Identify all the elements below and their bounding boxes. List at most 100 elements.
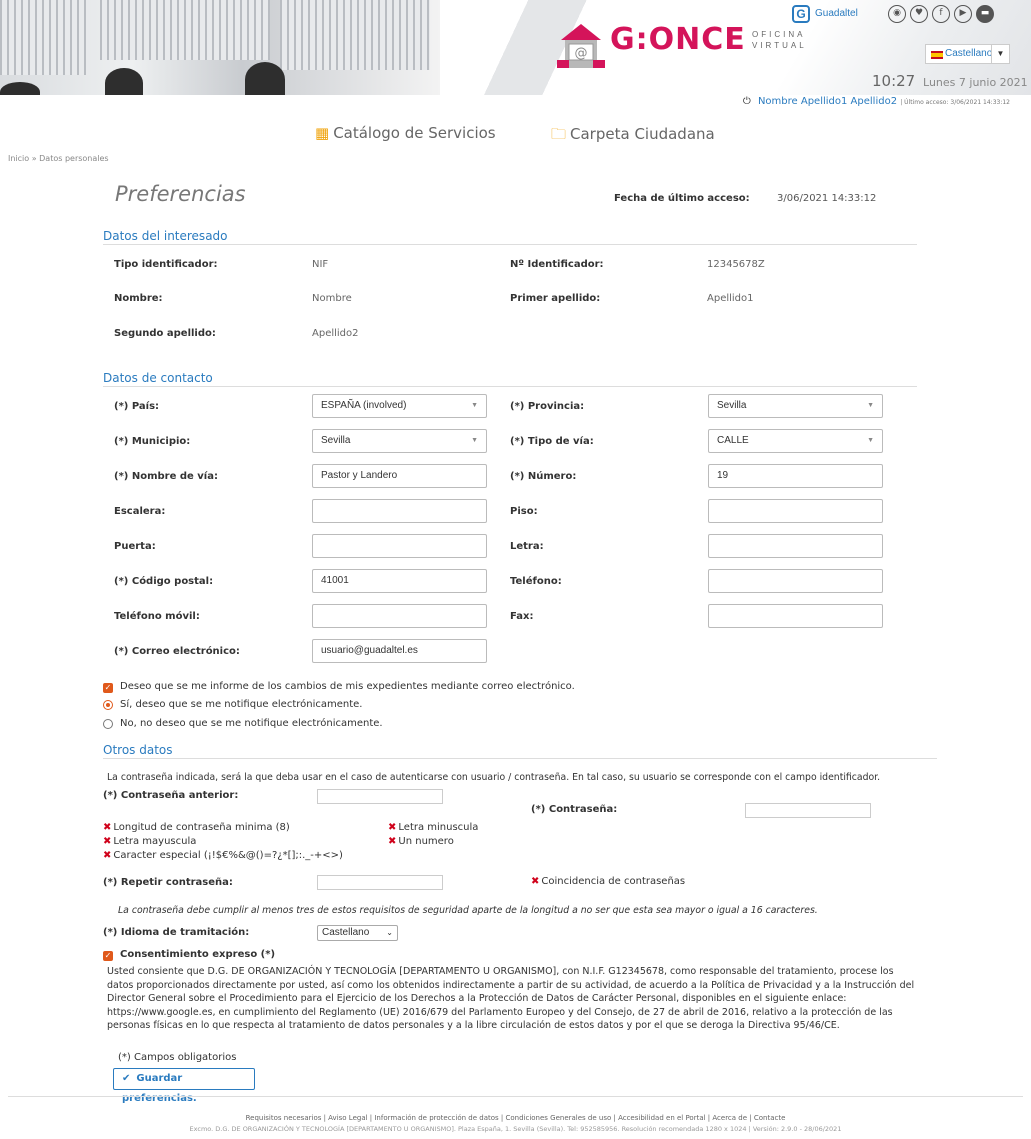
notify-no-label: No, no deseo que se me notifique electró… bbox=[120, 718, 383, 729]
notify-email-checkbox[interactable]: ✓ bbox=[103, 683, 113, 693]
logo-subtitle: OFICINA VIRTUAL bbox=[752, 30, 807, 50]
old-password-label: (*) Contraseña anterior: bbox=[103, 790, 239, 801]
field-label: Teléfono móvil: bbox=[114, 611, 200, 622]
numero-input[interactable]: 19 bbox=[708, 464, 883, 488]
nav-folder-label: Carpeta Ciudadana bbox=[570, 125, 715, 143]
clock: 10:27 Lunes 7 junio 2021 bbox=[872, 72, 1028, 90]
page-title: Preferencias bbox=[115, 182, 246, 206]
print-icon[interactable]: ▬ bbox=[976, 5, 994, 23]
field-label: (*) Código postal: bbox=[114, 576, 214, 587]
section-interesado-title: Datos del interesado bbox=[103, 229, 917, 245]
breadcrumb[interactable]: Inicio » Datos personales bbox=[8, 154, 109, 163]
user-session: ⏻ Nombre Apellido1 Apellido2 | Último ac… bbox=[740, 96, 1010, 107]
field-value: Apellido2 bbox=[312, 328, 359, 339]
req-number-text: Un numero bbox=[398, 836, 454, 847]
escalera-input[interactable] bbox=[312, 499, 487, 523]
field-label: (*) País: bbox=[114, 401, 160, 412]
password-policy-note: La contraseña debe cumplir al menos tres… bbox=[118, 905, 818, 916]
tipo-via-select[interactable]: CALLE ▼ bbox=[708, 429, 883, 453]
field-value: Apellido1 bbox=[707, 293, 754, 304]
letra-input[interactable] bbox=[708, 534, 883, 558]
grid-icon: ▦ bbox=[315, 124, 330, 142]
pais-select[interactable]: ESPAÑA (involved) ▼ bbox=[312, 394, 487, 418]
user-last-access: | Último acceso: 3/06/2021 14:33:12 bbox=[900, 99, 1010, 106]
nombre-via-input[interactable]: Pastor y Landero bbox=[312, 464, 487, 488]
svg-text:@: @ bbox=[575, 46, 588, 61]
field-label: (*) Correo electrónico: bbox=[114, 646, 240, 657]
footer-links[interactable]: Requisitos necesarios | Aviso Legal | In… bbox=[0, 1114, 1031, 1122]
language-select[interactable]: Castellano ▼ bbox=[925, 44, 1010, 64]
chevron-down-icon: ▼ bbox=[471, 402, 478, 409]
clock-date: Lunes 7 junio 2021 bbox=[923, 76, 1028, 89]
field-label: (*) Municipio: bbox=[114, 436, 191, 447]
fax-input[interactable] bbox=[708, 604, 883, 628]
field-label: Primer apellido: bbox=[510, 293, 601, 304]
save-preferences-button[interactable]: ✔ Guardar preferencias. bbox=[113, 1068, 255, 1104]
guadaltel-link[interactable]: Guadaltel bbox=[815, 8, 858, 19]
twitter-icon[interactable]: ♥ bbox=[910, 5, 928, 23]
guadaltel-logo-icon[interactable]: G bbox=[792, 5, 810, 23]
field-label: Nº Identificador: bbox=[510, 259, 604, 270]
clock-time: 10:27 bbox=[872, 72, 916, 90]
tipo-via-value: CALLE bbox=[717, 435, 749, 446]
chevron-down-icon: ▼ bbox=[471, 437, 478, 444]
language-tramitacion-select[interactable]: Castellano ⌄ bbox=[317, 925, 398, 941]
last-access-label: Fecha de último acceso: bbox=[614, 193, 750, 204]
notify-yes-radio[interactable] bbox=[103, 700, 113, 710]
repeat-password-input[interactable] bbox=[317, 875, 443, 890]
req-special: ✖ Caracter especial (¡!$€%&@()=?¿*[];:._-… bbox=[103, 850, 343, 861]
field-label: Letra: bbox=[510, 541, 544, 552]
req-special-text: Caracter especial (¡!$€%&@()=?¿*[];:._-+… bbox=[113, 850, 343, 861]
old-password-input[interactable] bbox=[317, 789, 443, 804]
req-upper-text: Letra mayuscula bbox=[113, 836, 197, 847]
puerta-input[interactable] bbox=[312, 534, 487, 558]
facebook-icon[interactable]: f bbox=[932, 5, 950, 23]
field-label: Escalera: bbox=[114, 506, 166, 517]
email-input[interactable]: usuario@guadaltel.es bbox=[312, 639, 487, 663]
piso-input[interactable] bbox=[708, 499, 883, 523]
notify-email-label: Deseo que se me informe de los cambios d… bbox=[120, 681, 575, 692]
field-label: Tipo identificador: bbox=[114, 259, 218, 270]
municipio-select[interactable]: Sevilla ▼ bbox=[312, 429, 487, 453]
last-access-value: 3/06/2021 14:33:12 bbox=[777, 193, 877, 204]
nav-folder[interactable]: 🗀 Carpeta Ciudadana bbox=[551, 124, 715, 149]
field-label: Fax: bbox=[510, 611, 534, 622]
section-otros-title: Otros datos bbox=[103, 743, 937, 759]
consent-legal-text: Usted consiente que D.G. DE ORGANIZACIÓN… bbox=[107, 966, 915, 1031]
consent-checkbox[interactable]: ✓ bbox=[103, 951, 113, 961]
provincia-select[interactable]: Sevilla ▼ bbox=[708, 394, 883, 418]
field-label: Nombre: bbox=[114, 293, 163, 304]
field-label: (*) Nombre de vía: bbox=[114, 471, 218, 482]
header-photo bbox=[0, 0, 440, 95]
codigo-postal-input[interactable]: 41001 bbox=[312, 569, 487, 593]
notify-no-radio[interactable] bbox=[103, 719, 113, 729]
power-icon[interactable]: ⏻ bbox=[743, 96, 751, 107]
youtube-icon[interactable]: ▶ bbox=[954, 5, 972, 23]
footer-address: Excmo. D.G. DE ORGANIZACIÓN Y TECNOLOGÍA… bbox=[189, 1125, 842, 1133]
telefono-movil-input[interactable] bbox=[312, 604, 487, 628]
chevron-down-icon: ▼ bbox=[867, 437, 874, 444]
req-match: ✖ Coincidencia de contraseñas bbox=[531, 876, 685, 887]
footer-divider bbox=[8, 1096, 1023, 1097]
provincia-value: Sevilla bbox=[717, 400, 747, 411]
field-label: Teléfono: bbox=[510, 576, 562, 587]
cross-icon: ✖ bbox=[103, 822, 112, 833]
chevron-down-icon[interactable]: ▼ bbox=[991, 45, 1009, 63]
cross-icon: ✖ bbox=[103, 836, 112, 847]
language-tramitacion-value: Castellano bbox=[322, 927, 370, 938]
telefono-input[interactable] bbox=[708, 569, 883, 593]
field-label: (*) Provincia: bbox=[510, 401, 585, 412]
user-name-link[interactable]: Nombre Apellido1 Apellido2 bbox=[758, 96, 897, 107]
nav-catalog-label: Catálogo de Servicios bbox=[333, 124, 496, 142]
req-match-text: Coincidencia de contraseñas bbox=[541, 876, 686, 887]
logo-icon: @ bbox=[557, 24, 605, 68]
chevron-down-icon: ⌄ bbox=[386, 928, 393, 937]
rss-icon[interactable]: ◉ bbox=[888, 5, 906, 23]
pais-value: ESPAÑA (involved) bbox=[321, 400, 407, 411]
nav-catalog[interactable]: ▦ Catálogo de Servicios bbox=[315, 124, 496, 142]
field-value: NIF bbox=[312, 259, 329, 270]
check-icon: ✔ bbox=[122, 1073, 131, 1084]
password-input[interactable] bbox=[745, 803, 871, 818]
field-value: 12345678Z bbox=[707, 259, 765, 270]
municipio-value: Sevilla bbox=[321, 435, 351, 446]
